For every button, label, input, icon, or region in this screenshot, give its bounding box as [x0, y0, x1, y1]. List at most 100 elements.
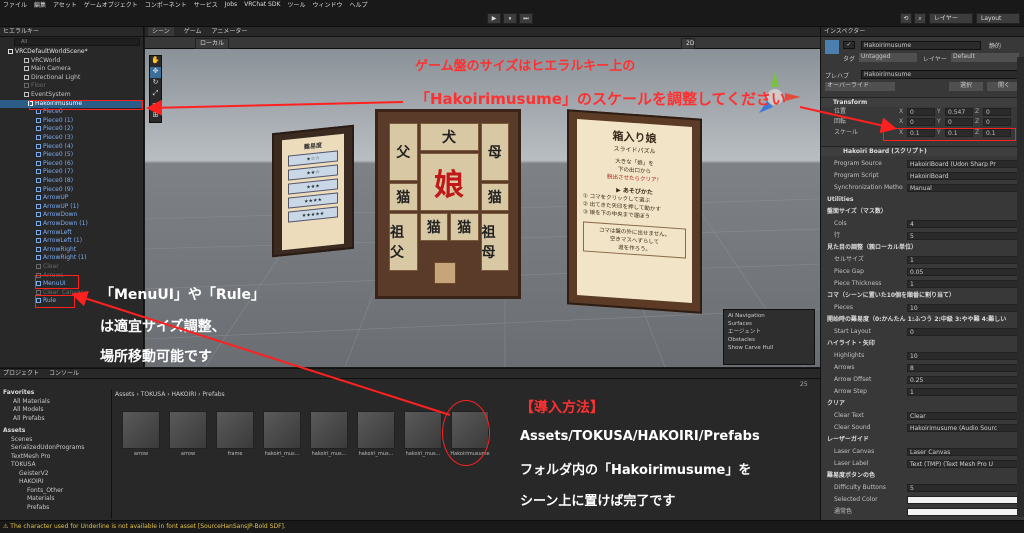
transform-field-y[interactable]: 0.547: [945, 108, 973, 116]
field-value[interactable]: HakoiriBoard (Udon Sharp Pr: [907, 160, 1018, 168]
field-value[interactable]: 0.25: [907, 376, 1018, 384]
field-value[interactable]: Laser Canvas: [907, 448, 1018, 456]
move-tool-icon[interactable]: ✥: [150, 67, 161, 78]
step-button[interactable]: ⏭: [519, 13, 533, 24]
hierarchy-item[interactable]: Piece0 (8): [0, 177, 143, 186]
puzzle-piece[interactable]: 母: [480, 123, 509, 181]
field-value[interactable]: 4: [907, 220, 1018, 228]
select-button[interactable]: 選択: [949, 82, 983, 91]
field-value[interactable]: 1: [907, 256, 1018, 264]
puzzle-board[interactable]: 父犬母猫娘猫祖父猫猫祖母: [375, 109, 521, 299]
hierarchy-item[interactable]: Piece0 (2): [0, 125, 143, 134]
folder-item[interactable]: Fonts_Other: [11, 487, 111, 496]
scene-root[interactable]: VRCDefaultWorldScene*: [0, 48, 143, 57]
favorites-item[interactable]: All Prefabs: [13, 415, 111, 424]
play-button[interactable]: ▶: [487, 13, 501, 24]
field-value[interactable]: Clear: [907, 412, 1018, 420]
difficulty-button[interactable]: ★★★★★: [288, 206, 338, 223]
puzzle-piece[interactable]: 娘: [419, 153, 479, 211]
transform-field-z[interactable]: 0: [983, 108, 1011, 116]
asset-thumbnail[interactable]: [122, 411, 160, 449]
rotate-tool-icon[interactable]: ↻: [150, 78, 161, 89]
field-value[interactable]: [907, 508, 1018, 516]
hierarchy-item[interactable]: Piece0 (5): [0, 151, 143, 160]
field-value[interactable]: 0.05: [907, 268, 1018, 276]
tab-animator[interactable]: アニメーター: [212, 27, 248, 36]
pause-button[interactable]: ⏸: [503, 13, 517, 24]
transform-field-z[interactable]: 0: [983, 118, 1011, 126]
hierarchy-item[interactable]: Floor: [0, 82, 143, 91]
favorites-item[interactable]: All Models: [13, 406, 111, 415]
hierarchy-item[interactable]: ArrowRight (1): [0, 254, 143, 263]
field-value[interactable]: 8: [907, 364, 1018, 372]
puzzle-piece[interactable]: 祖父: [389, 213, 418, 271]
hierarchy-item[interactable]: Piece0 (9): [0, 186, 143, 195]
hierarchy-item[interactable]: ArrowLeft (1): [0, 237, 143, 246]
transform-field-x[interactable]: 0: [907, 118, 935, 126]
tab-game[interactable]: ゲーム: [184, 27, 202, 36]
field-value[interactable]: HakoiriBoard: [907, 172, 1018, 180]
static-toggle[interactable]: 静的: [989, 41, 1001, 50]
field-value[interactable]: 1: [907, 280, 1018, 288]
folder-item[interactable]: Materials: [11, 495, 111, 504]
asset-thumbnail[interactable]: [310, 411, 348, 449]
menu-item[interactable]: サービス: [194, 0, 218, 9]
hierarchy-item[interactable]: EventSystem: [0, 91, 143, 100]
hierarchy-item[interactable]: Piece0 (6): [0, 160, 143, 169]
hierarchy-item[interactable]: Directional Light: [0, 74, 143, 83]
object-name-input[interactable]: Hakoirimusume: [861, 41, 981, 50]
field-value[interactable]: 5: [907, 484, 1018, 492]
mode-2d-button[interactable]: 2D: [681, 38, 695, 49]
tab-project[interactable]: プロジェクト: [3, 369, 39, 378]
transform-field-y[interactable]: 0: [945, 118, 973, 126]
field-value[interactable]: 5: [907, 232, 1018, 240]
field-value[interactable]: 0: [907, 328, 1018, 336]
menu-item[interactable]: VRChat SDK: [244, 1, 280, 8]
transform-tool-icon[interactable]: ⊞: [150, 111, 161, 122]
layout-dropdown[interactable]: Layout: [976, 13, 1020, 24]
inspector-scrollbar[interactable]: [1017, 57, 1024, 517]
shading-dropdown[interactable]: ローカル: [195, 38, 229, 49]
active-checkbox[interactable]: ✓: [843, 41, 855, 49]
history-icon[interactable]: ⟲: [900, 13, 912, 24]
layer-dropdown[interactable]: Default: [951, 53, 1019, 62]
hierarchy-item[interactable]: Piece0 (1): [0, 117, 143, 126]
hierarchy-item[interactable]: ArrowRight: [0, 246, 143, 255]
hierarchy-item[interactable]: Clear: [0, 263, 143, 272]
puzzle-piece[interactable]: 犬: [419, 123, 479, 151]
hierarchy-item[interactable]: ArrowDown: [0, 211, 143, 220]
transform-field-x[interactable]: 0: [907, 108, 935, 116]
nav-carve-hull[interactable]: Show Carve Hull: [728, 344, 810, 352]
menu-item[interactable]: ゲームオブジェクト: [84, 0, 138, 9]
breadcrumb-item[interactable]: HAKOIRI: [172, 391, 197, 398]
field-value[interactable]: 10: [907, 304, 1018, 312]
assets-root[interactable]: Assets: [3, 427, 111, 436]
puzzle-piece[interactable]: 猫: [389, 183, 418, 211]
transform-header[interactable]: Transform: [821, 97, 1024, 107]
folder-item[interactable]: SerializedUdonPrograms: [11, 444, 111, 453]
breadcrumb-item[interactable]: TOKUSA: [141, 391, 166, 398]
puzzle-piece[interactable]: 猫: [450, 213, 479, 241]
hierarchy-item[interactable]: ArrowUP: [0, 194, 143, 203]
menu-item[interactable]: コンポーネント: [145, 0, 187, 9]
tab-console[interactable]: コンソール: [49, 369, 79, 378]
asset-thumbnail[interactable]: [263, 411, 301, 449]
menu-item[interactable]: アセット: [53, 0, 77, 9]
prefab-field[interactable]: Hakoirimusume: [861, 70, 1021, 79]
hierarchy-item[interactable]: Piece0 (7): [0, 168, 143, 177]
puzzle-piece[interactable]: 猫: [419, 213, 448, 241]
nav-surfaces[interactable]: Surfaces: [728, 320, 810, 328]
menu-item[interactable]: ファイル: [3, 0, 27, 9]
menu-item[interactable]: ウィンドウ: [312, 0, 342, 9]
menu-item[interactable]: ツール: [287, 0, 305, 9]
script-header[interactable]: Hakoiri Board (スクリプト): [821, 146, 1024, 156]
favorites-item[interactable]: All Materials: [13, 398, 111, 407]
inspector-tab[interactable]: インスペクター: [821, 27, 1024, 37]
hierarchy-item[interactable]: ArrowLeft: [0, 229, 143, 238]
folder-item[interactable]: Scenes: [11, 436, 111, 445]
favorites-header[interactable]: Favorites: [3, 389, 111, 398]
folder-item[interactable]: HAKOIRI: [11, 478, 111, 487]
hierarchy-item[interactable]: Piece0 (3): [0, 134, 143, 143]
hierarchy-item[interactable]: VRCWorld: [0, 57, 143, 66]
folder-item[interactable]: TextMesh Pro: [11, 453, 111, 462]
